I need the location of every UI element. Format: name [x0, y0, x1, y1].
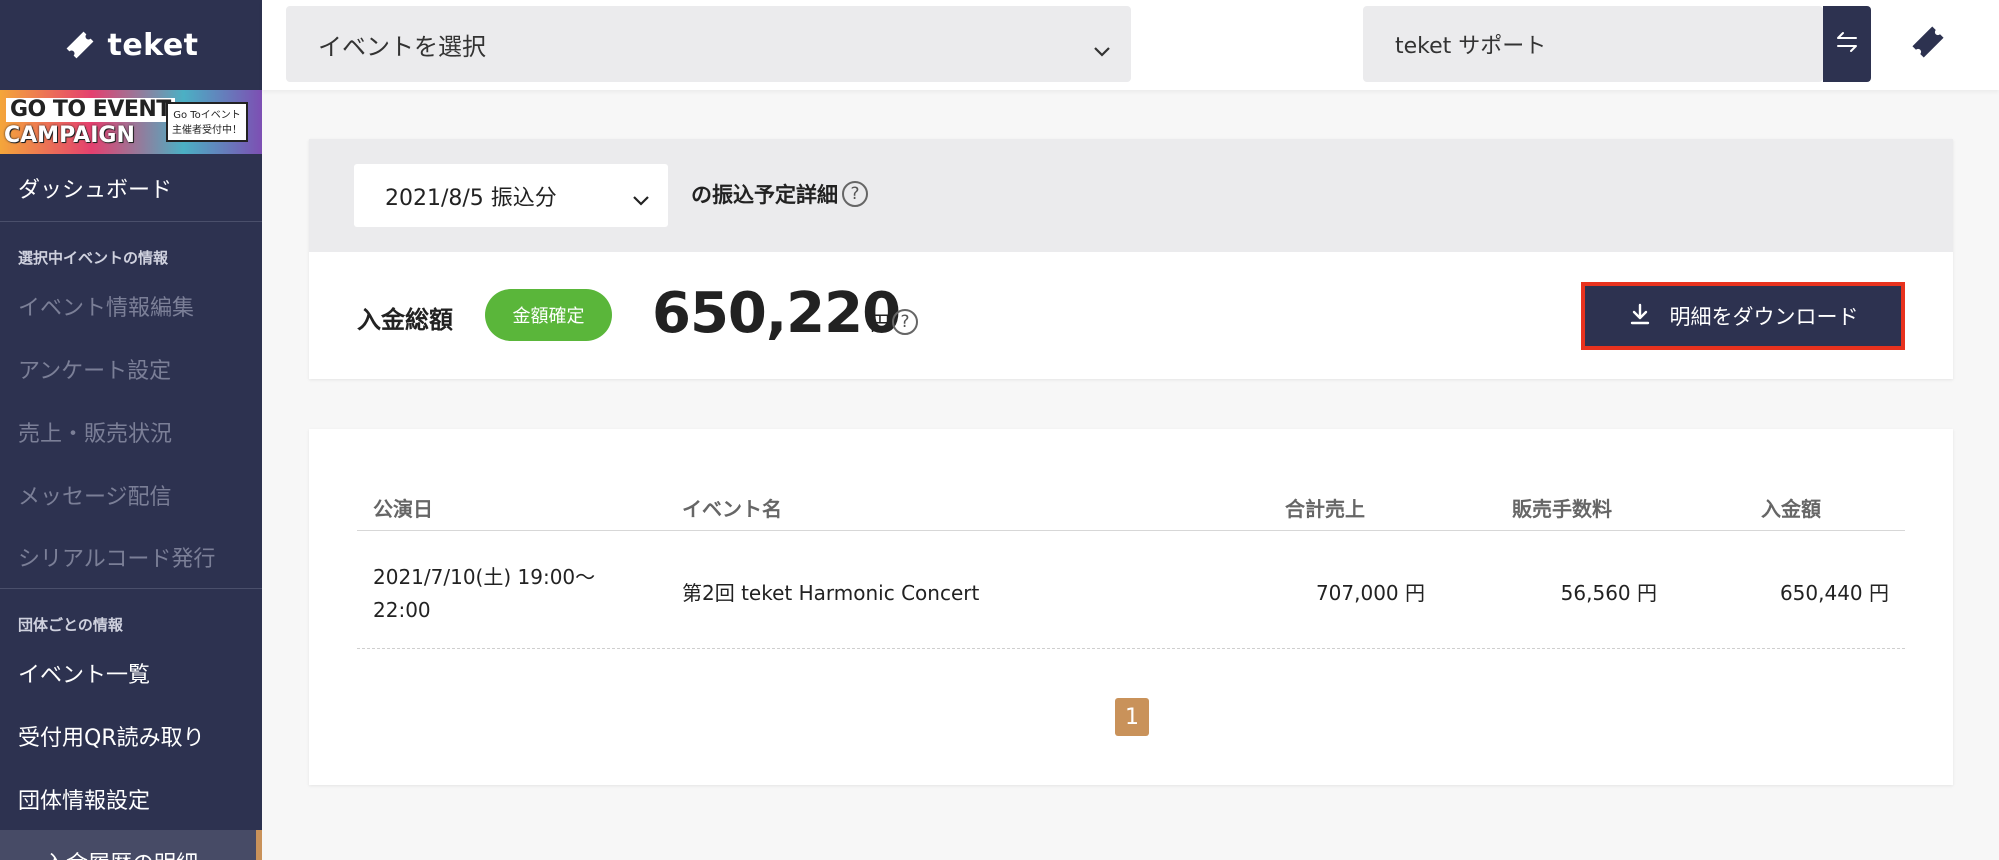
performance-date-line1: 2021/7/10(土) 19:00〜 [373, 565, 596, 589]
total-amount: 650,220 [652, 281, 901, 346]
banner-line2: CAMPAIGN [4, 123, 135, 148]
event-select-label: イベントを選択 [318, 32, 486, 61]
sidebar-item-survey[interactable]: アンケート設定 [0, 337, 262, 400]
ticket-logo-icon [63, 28, 97, 62]
column-header-fee: 販売手数料 [1512, 497, 1612, 521]
event-name: 第2回 teket Harmonic Concert [682, 581, 980, 605]
chevron-down-icon [1093, 36, 1111, 64]
banner-box-line1: Go Toイベント [173, 110, 241, 121]
logo[interactable]: teket [0, 0, 262, 90]
top-bar: イベントを選択 teket サポート [262, 0, 1999, 90]
unit-label: 円 [870, 311, 890, 335]
sales-fee: 56,560 円 [1560, 581, 1657, 605]
event-select[interactable]: イベントを選択 [286, 6, 1131, 82]
payment-amount: 650,440 円 [1779, 581, 1889, 605]
total-sales: 707,000 円 [1315, 581, 1425, 605]
payment-table-card: 公演日 イベント名 合計売上 販売手数料 入金額 2021/7/10(土) 19… [309, 429, 1953, 785]
sidebar-item-event-edit[interactable]: イベント情報編集 [0, 274, 262, 337]
sidebar-item-message[interactable]: メッセージ配信 [0, 463, 262, 526]
banner-box: Go Toイベント 主催者受付中！ [166, 102, 248, 142]
table-header: 公演日 イベント名 合計売上 販売手数料 入金額 [357, 493, 1905, 531]
go-to-event-banner[interactable]: GO TO EVENT CAMPAIGN Go Toイベント 主催者受付中！ [0, 90, 262, 154]
support-account[interactable]: teket サポート [1363, 6, 1823, 82]
ticket-button[interactable] [1906, 22, 1950, 66]
performance-date: 2021/7/10(土) 19:00〜 22:00 [373, 561, 633, 627]
transfer-detail-title: の振込予定詳細 [691, 183, 838, 207]
download-icon [1628, 302, 1652, 331]
section-title-org: 団体ごとの情報 [18, 616, 123, 634]
sidebar-item-qr-reader[interactable]: 受付用QR読み取り [0, 704, 262, 767]
section-title-event: 選択中イベントの情報 [18, 249, 169, 267]
sidebar-item-event-list[interactable]: イベント一覧 [0, 641, 262, 704]
transfer-date-value: 2021/8/5 振込分 [385, 185, 557, 211]
switch-account-button[interactable] [1823, 6, 1871, 82]
status-badge: 金額確定 [485, 289, 612, 341]
payment-table: 公演日 イベント名 合計売上 販売手数料 入金額 2021/7/10(土) 19… [357, 493, 1905, 649]
sidebar-item-org-settings[interactable]: 団体情報設定 [0, 767, 262, 830]
sidebar-item-sales[interactable]: 売上・販売状況 [0, 400, 262, 463]
ticket-icon [1908, 22, 1948, 66]
performance-date-line2: 22:00 [373, 598, 431, 622]
sidebar-item-serial-code[interactable]: シリアルコード発行 [0, 526, 262, 589]
banner-line1: GO TO EVENT [6, 98, 175, 122]
column-header-date: 公演日 [373, 497, 433, 521]
help-icon[interactable]: ? [842, 181, 868, 207]
download-statement-button[interactable]: 明細をダウンロード [1581, 282, 1905, 350]
column-header-total-sales: 合計売上 [1285, 497, 1365, 521]
help-icon[interactable]: ? [892, 308, 918, 335]
sidebar-item-dashboard[interactable]: ダッシュボード [0, 154, 262, 222]
total-unit: 円 ? [870, 307, 918, 336]
summary-body: 入金総額 金額確定 650,220 円 ? 明細をダウンロード [309, 252, 1953, 379]
pagination-page-1[interactable]: 1 [1115, 698, 1149, 736]
sidebar-item-payment-history[interactable]: 入金履歴の明細 [0, 830, 262, 860]
column-header-event-name: イベント名 [682, 497, 782, 521]
summary-header-label: の振込予定詳細 ? [691, 179, 868, 209]
swap-arrows-icon [1834, 29, 1860, 59]
brand-name: teket [107, 27, 199, 63]
column-header-payment: 入金額 [1761, 497, 1821, 521]
total-label: 入金総額 [357, 306, 453, 334]
download-label: 明細をダウンロード [1669, 305, 1859, 329]
chevron-down-icon [632, 188, 650, 213]
transfer-summary-card: 2021/8/5 振込分 の振込予定詳細 ? 入金総額 金額確定 650,220… [309, 139, 1953, 379]
sidebar: teket GO TO EVENT CAMPAIGN Go Toイベント 主催者… [0, 0, 262, 860]
transfer-date-select[interactable]: 2021/8/5 振込分 [354, 164, 668, 227]
banner-box-line2: 主催者受付中！ [172, 125, 242, 136]
table-row: 2021/7/10(土) 19:00〜 22:00 第2回 teket Harm… [357, 531, 1905, 649]
support-label: teket サポート [1395, 34, 1547, 59]
summary-header: 2021/8/5 振込分 の振込予定詳細 ? [309, 139, 1953, 252]
